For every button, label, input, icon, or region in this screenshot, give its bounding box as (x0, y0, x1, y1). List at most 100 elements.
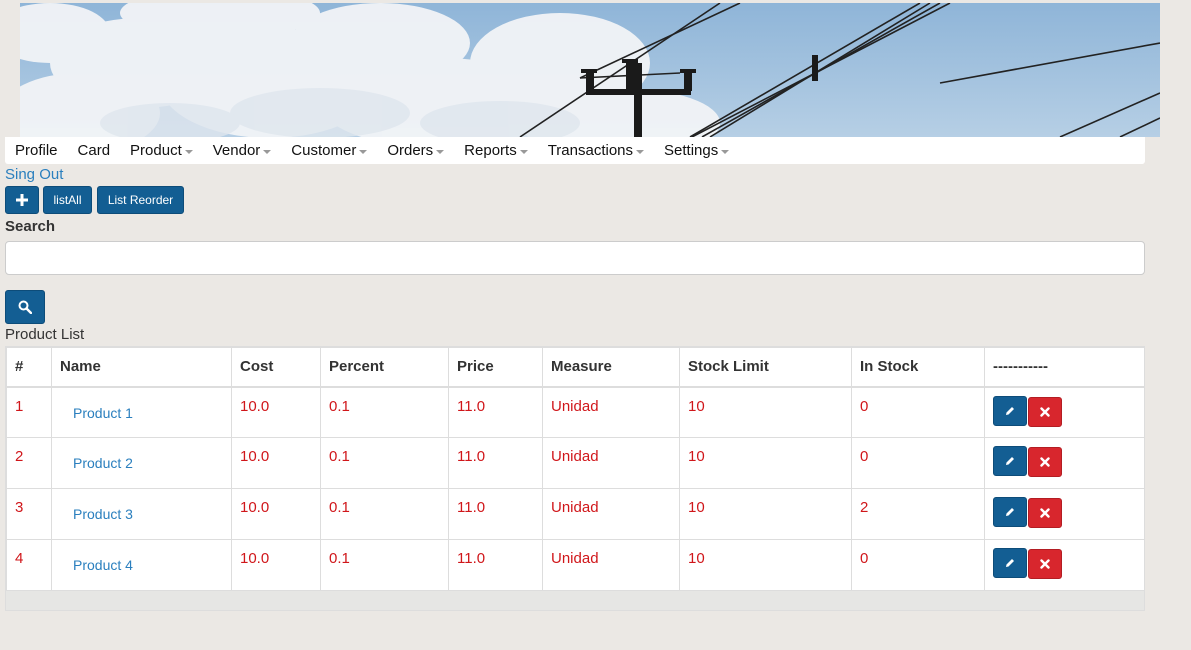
column-header: ----------- (984, 347, 1145, 388)
search-icon (18, 300, 32, 314)
caret-down-icon (184, 149, 193, 154)
product-name-link[interactable]: Product 3 (73, 506, 133, 522)
caret-down-icon (359, 149, 368, 154)
caret-down-icon (721, 149, 730, 154)
nav-item-settings[interactable]: Settings (654, 137, 739, 164)
delete-button[interactable] (1028, 549, 1062, 579)
pencil-icon (1006, 508, 1014, 516)
list-all-button[interactable]: listAll (43, 186, 92, 214)
nav-item-reports[interactable]: Reports (454, 137, 538, 164)
nav-item-label: Card (77, 142, 111, 159)
cell-percent: 0.1 (320, 539, 449, 591)
column-header: Price (448, 347, 543, 388)
header-banner (20, 3, 1160, 137)
product-name-link[interactable]: Product 1 (73, 405, 133, 421)
search-input[interactable] (5, 241, 1145, 275)
caret-down-icon (519, 149, 528, 154)
close-icon (1040, 508, 1050, 518)
column-header: # (6, 347, 52, 388)
cell-cost: 10.0 (231, 539, 321, 591)
nav-item-orders[interactable]: Orders (377, 137, 454, 164)
cell-name: Product 2 (51, 437, 232, 489)
edit-button[interactable] (993, 446, 1027, 476)
cell-num: 2 (6, 437, 52, 489)
cell-price: 11.0 (448, 437, 543, 489)
column-header: Cost (231, 347, 321, 388)
nav-item-label: Reports (464, 142, 517, 159)
cell-cost: 10.0 (231, 437, 321, 489)
close-icon (1040, 559, 1050, 569)
cell-in-stock: 0 (851, 437, 985, 489)
sign-out-link[interactable]: Sing Out (5, 166, 63, 183)
caret-down-icon (263, 149, 272, 154)
nav-item-transactions[interactable]: Transactions (538, 137, 654, 164)
nav-item-label: Settings (664, 142, 719, 159)
cell-actions (984, 437, 1145, 489)
cell-num: 4 (6, 539, 52, 591)
cell-name: Product 1 (51, 386, 232, 438)
delete-button[interactable] (1028, 498, 1062, 528)
table-row: 2 Product 2 10.0 0.1 11.0 Unidad 10 0 (6, 437, 1145, 489)
plus-icon (16, 194, 28, 206)
cell-in-stock: 2 (851, 488, 985, 540)
table-row: 1 Product 1 10.0 0.1 11.0 Unidad 10 0 (6, 386, 1145, 438)
close-icon (1040, 406, 1050, 417)
search-button[interactable] (5, 290, 45, 324)
cell-measure: Unidad (542, 437, 680, 489)
nav-item-label: Customer (291, 142, 357, 159)
table-header-row: # Name Cost Percent Price Measure Stock Limit I… (6, 347, 1145, 388)
edit-button[interactable] (993, 548, 1027, 578)
edit-button[interactable] (993, 395, 1027, 426)
delete-button[interactable] (1028, 447, 1062, 477)
cell-measure: Unidad (542, 386, 680, 438)
pencil-icon (1006, 559, 1014, 567)
nav-item-profile[interactable]: Profile (5, 137, 68, 164)
table-row: 3 Product 3 10.0 0.1 11.0 Unidad 10 2 (6, 488, 1145, 540)
cell-percent: 0.1 (320, 488, 449, 540)
nav-item-customer[interactable]: Customer (281, 137, 377, 164)
cell-actions (984, 539, 1145, 591)
cell-cost: 10.0 (231, 488, 321, 540)
pencil-icon (1006, 457, 1014, 465)
close-icon (1040, 457, 1050, 467)
cell-percent: 0.1 (320, 386, 449, 438)
cell-in-stock: 0 (851, 539, 985, 591)
column-header: In Stock (851, 347, 985, 388)
product-list-title: Product List (5, 326, 85, 343)
caret-down-icon (636, 149, 645, 154)
list-reorder-button[interactable]: List Reorder (97, 186, 184, 214)
cell-actions (984, 488, 1145, 540)
cell-actions (984, 386, 1145, 438)
product-name-link[interactable]: Product 4 (73, 557, 133, 573)
search-label: Search (5, 218, 56, 235)
cell-percent: 0.1 (320, 437, 449, 489)
banner-image (20, 3, 1160, 137)
column-header: Stock Limit (679, 347, 852, 388)
cell-num: 1 (6, 386, 52, 438)
caret-down-icon (436, 149, 445, 154)
cell-in-stock: 0 (851, 386, 985, 438)
delete-button[interactable] (1028, 396, 1062, 427)
nav-item-label: Product (130, 142, 182, 159)
pencil-icon (1006, 406, 1014, 415)
cell-stock-limit: 10 (679, 437, 852, 489)
nav-item-card[interactable]: Card (68, 137, 121, 164)
column-header: Percent (320, 347, 449, 388)
nav-item-product[interactable]: Product (120, 137, 203, 164)
cell-cost: 10.0 (231, 386, 321, 438)
cell-stock-limit: 10 (679, 386, 852, 438)
cell-name: Product 3 (51, 488, 232, 540)
cell-stock-limit: 10 (679, 488, 852, 540)
product-name-link[interactable]: Product 2 (73, 455, 133, 471)
cell-measure: Unidad (542, 488, 680, 540)
cell-measure: Unidad (542, 539, 680, 591)
column-header: Name (51, 347, 232, 388)
table-row: 4 Product 4 10.0 0.1 11.0 Unidad 10 0 (6, 539, 1145, 591)
cell-price: 11.0 (448, 488, 543, 540)
cell-price: 11.0 (448, 386, 543, 438)
cell-name: Product 4 (51, 539, 232, 591)
nav-item-vendor[interactable]: Vendor (203, 137, 282, 164)
add-product-button[interactable] (5, 186, 39, 214)
edit-button[interactable] (993, 497, 1027, 527)
nav-item-label: Transactions (547, 142, 634, 159)
